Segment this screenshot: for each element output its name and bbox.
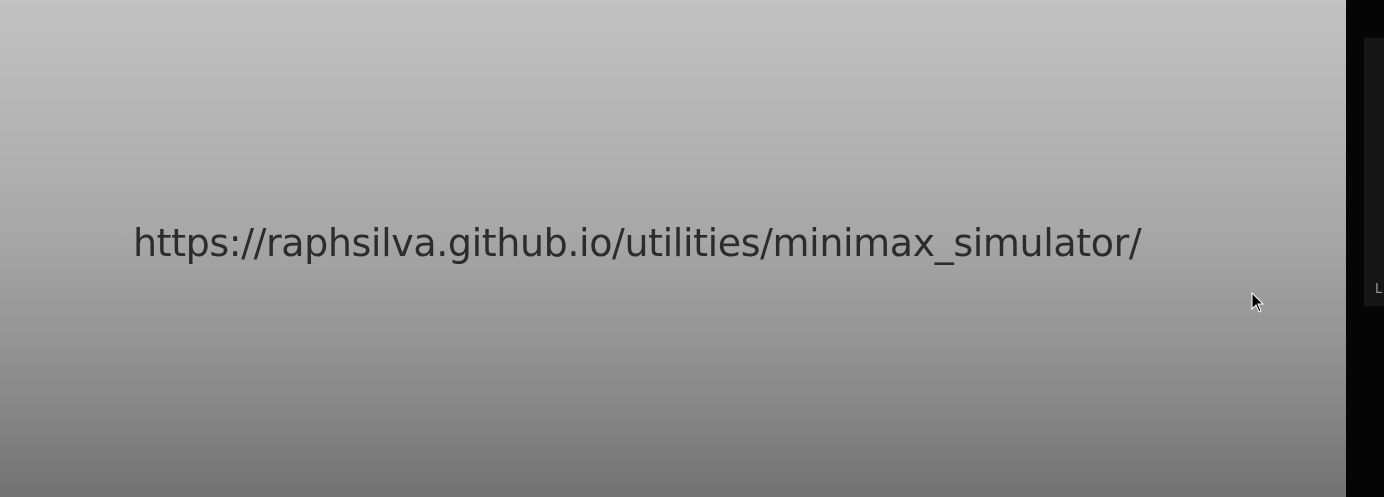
presentation-slide: https://raphsilva.github.io/utilities/mi… [0,0,1346,497]
side-panel [1346,0,1384,497]
mouse-pointer-icon [1251,292,1265,313]
side-panel-label: L [1375,282,1383,297]
screen: https://raphsilva.github.io/utilities/mi… [0,0,1384,497]
side-panel-inner [1364,38,1384,306]
slide-url-text: https://raphsilva.github.io/utilities/mi… [133,221,1142,265]
